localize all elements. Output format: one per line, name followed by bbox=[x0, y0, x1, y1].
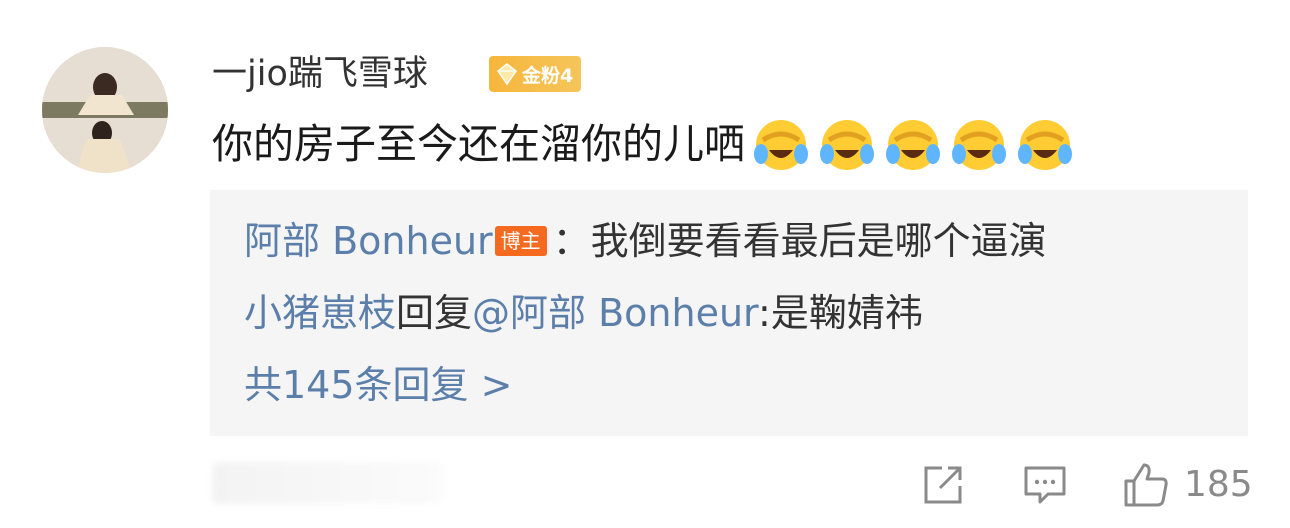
comment-icon bbox=[1024, 466, 1066, 504]
like-button[interactable]: 185 bbox=[1122, 460, 1253, 510]
reply-mention[interactable]: @阿部 Bonheur bbox=[472, 291, 758, 335]
reply-action: 回复 bbox=[396, 291, 473, 335]
reply-author[interactable]: 阿部 Bonheur bbox=[244, 219, 493, 263]
comment-text: 你的房子至今还在溜你的儿哂 bbox=[212, 120, 745, 168]
laughing-crying-emoji-icon bbox=[1018, 120, 1072, 170]
laughing-crying-emoji-icon bbox=[754, 120, 808, 170]
reply-text: 我倒要看看最后是哪个逼演 bbox=[590, 219, 1047, 263]
avatar[interactable] bbox=[42, 47, 168, 173]
share-icon bbox=[924, 466, 962, 504]
emoji-row bbox=[753, 116, 1073, 172]
reply-item[interactable]: 小猪崽枝回复@阿部 Bonheur:是鞠婧祎 bbox=[244, 288, 923, 338]
laughing-crying-emoji-icon bbox=[886, 120, 940, 170]
share-button[interactable] bbox=[920, 462, 966, 508]
laughing-crying-emoji-icon bbox=[952, 120, 1006, 170]
fan-badge[interactable]: 金粉4 bbox=[489, 56, 582, 92]
laughing-crying-emoji-icon bbox=[820, 120, 874, 170]
reply-colon: : bbox=[758, 291, 771, 335]
reply-preview-box[interactable]: 阿部 Bonheur 博主 ：我倒要看看最后是哪个逼演 小猪崽枝回复@阿部 Bonh… bbox=[210, 190, 1248, 436]
reply-item[interactable]: 阿部 Bonheur 博主 ：我倒要看看最后是哪个逼演 bbox=[244, 216, 1047, 266]
thumbs-up-icon bbox=[1124, 463, 1168, 507]
host-badge: 博主 bbox=[494, 225, 547, 256]
username[interactable]: 一jio踹飞雪球 bbox=[212, 52, 428, 96]
view-all-replies-link[interactable]: 共145条回复 > bbox=[244, 360, 512, 410]
reply-author[interactable]: 小猪崽枝 bbox=[244, 291, 396, 335]
like-count: 185 bbox=[1184, 464, 1253, 505]
comment-button[interactable] bbox=[1022, 462, 1068, 508]
blurred-metadata bbox=[212, 462, 442, 504]
diamond-icon bbox=[496, 63, 518, 86]
reply-separator: ： bbox=[552, 219, 591, 263]
reply-text: 是鞠婧祎 bbox=[770, 291, 923, 335]
fan-badge-label: 金粉4 bbox=[522, 64, 574, 87]
comment-body: 你的房子至今还在溜你的儿哂 bbox=[212, 116, 1073, 172]
